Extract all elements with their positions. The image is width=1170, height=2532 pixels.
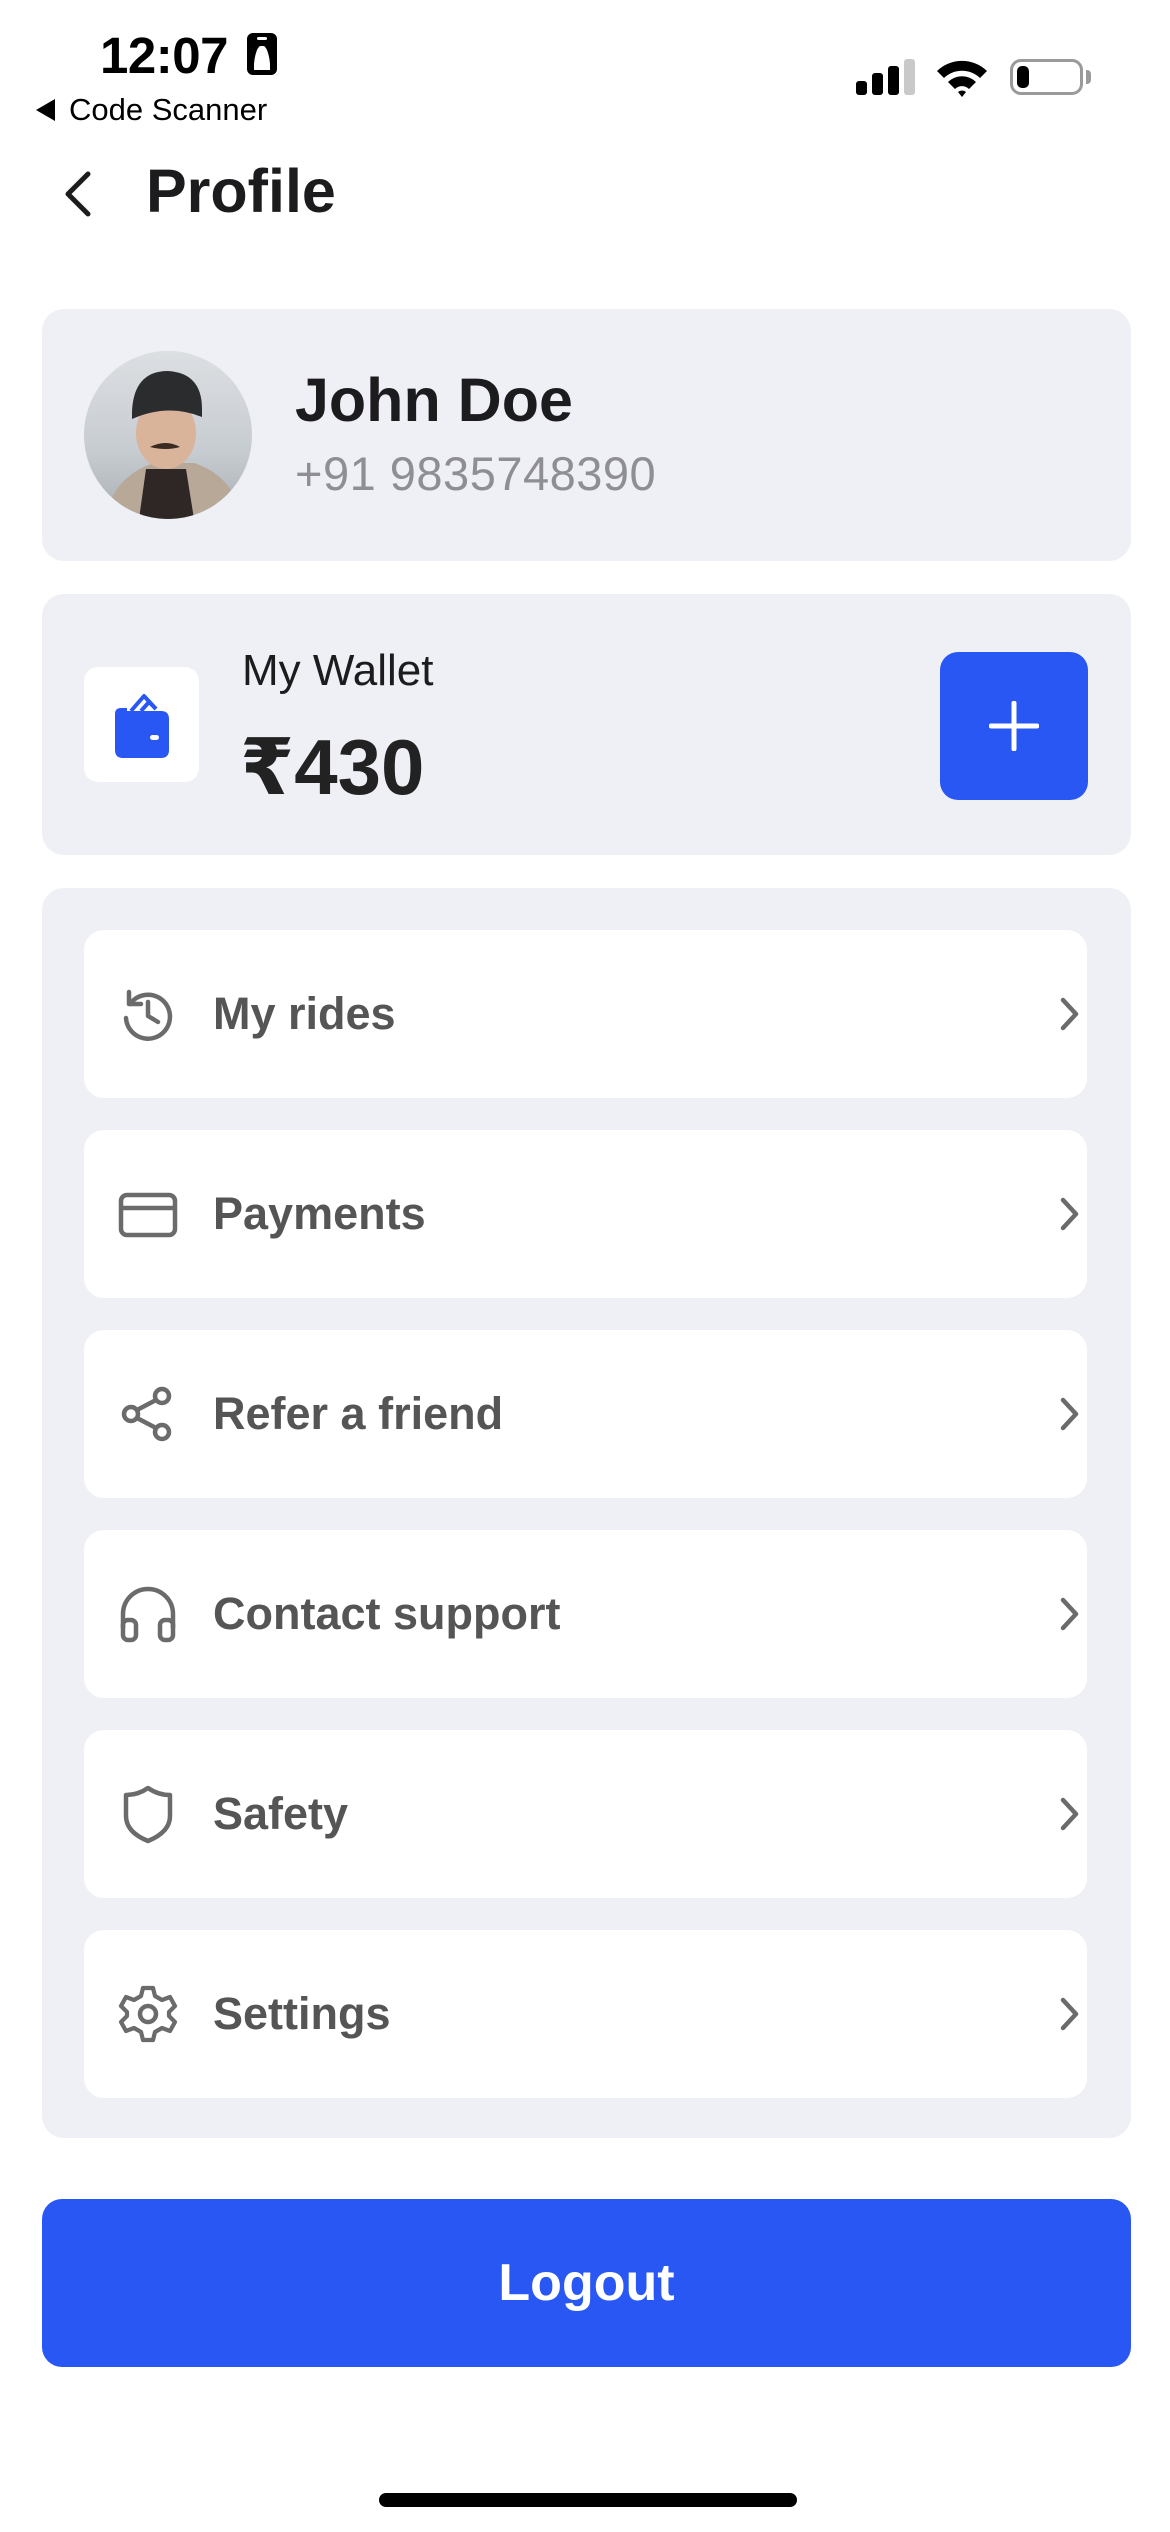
chevron-right-icon bbox=[1060, 997, 1079, 1031]
history-icon bbox=[123, 989, 173, 1041]
home-indicator[interactable] bbox=[379, 2493, 797, 2507]
menu-item-label: My rides bbox=[213, 988, 396, 1039]
chevron-right-icon bbox=[1060, 1197, 1079, 1231]
logout-button[interactable]: Logout bbox=[42, 2199, 1131, 2367]
user-name: John Doe bbox=[295, 366, 573, 434]
menu-item-label: Payments bbox=[213, 1188, 426, 1239]
avatar bbox=[84, 351, 252, 519]
menu-item-label: Safety bbox=[213, 1788, 349, 1839]
chevron-right-icon bbox=[1060, 1597, 1079, 1631]
add-money-button[interactable] bbox=[940, 652, 1088, 800]
profile-card[interactable]: John Doe +91 9835748390 bbox=[42, 309, 1131, 561]
status-time: 12:07 bbox=[100, 27, 228, 84]
menu-item-refer-a-friend[interactable]: Refer a friend bbox=[84, 1330, 1087, 1498]
back-button[interactable] bbox=[56, 164, 100, 224]
back-triangle-icon bbox=[36, 99, 55, 121]
credit-card-icon bbox=[118, 1192, 178, 1238]
back-app-label: Code Scanner bbox=[69, 92, 268, 127]
headphones-icon bbox=[120, 1586, 176, 1643]
wifi-icon bbox=[937, 60, 987, 97]
share-icon bbox=[121, 1386, 172, 1442]
wallet-icon bbox=[114, 693, 169, 758]
battery-level bbox=[1017, 66, 1029, 88]
user-phone: +91 9835748390 bbox=[295, 447, 657, 500]
menu-item-payments[interactable]: Payments bbox=[84, 1130, 1087, 1298]
wallet-label: My Wallet bbox=[242, 646, 434, 695]
chevron-right-icon bbox=[1060, 1797, 1079, 1831]
signal-icon bbox=[856, 59, 916, 95]
wallet-balance: ₹430 bbox=[240, 723, 425, 811]
chevron-right-icon bbox=[1060, 1397, 1079, 1431]
back-to-app-link[interactable]: Code Scanner bbox=[36, 92, 267, 128]
menu-item-my-rides[interactable]: My rides bbox=[84, 930, 1087, 1098]
signal-bar bbox=[856, 81, 867, 95]
wallet-icon-container bbox=[84, 667, 199, 782]
menu-item-label: Contact support bbox=[213, 1588, 561, 1639]
chevron-left-icon bbox=[65, 171, 91, 217]
plus-icon bbox=[989, 701, 1039, 751]
page-title: Profile bbox=[146, 157, 336, 225]
battery-cap bbox=[1086, 70, 1091, 84]
signal-bar bbox=[904, 59, 915, 95]
logout-label: Logout bbox=[498, 2254, 675, 2312]
menu-item-label: Settings bbox=[213, 1988, 391, 2039]
menu-item-label: Refer a friend bbox=[213, 1388, 504, 1439]
menu-item-safety[interactable]: Safety bbox=[84, 1730, 1087, 1898]
menu-item-contact-support[interactable]: Contact support bbox=[84, 1530, 1087, 1698]
chevron-right-icon bbox=[1060, 1997, 1079, 2031]
wallet-card: My Wallet ₹430 bbox=[42, 594, 1131, 855]
gear-icon bbox=[118, 1985, 178, 2043]
battery-icon bbox=[1010, 59, 1083, 95]
menu-list: My rides Payments Refer a friend Contact… bbox=[42, 888, 1131, 2138]
shield-icon bbox=[123, 1785, 173, 1844]
signal-bar bbox=[872, 73, 883, 95]
signal-bar bbox=[888, 66, 899, 95]
id-badge-icon bbox=[247, 33, 277, 75]
menu-item-settings[interactable]: Settings bbox=[84, 1930, 1087, 2098]
